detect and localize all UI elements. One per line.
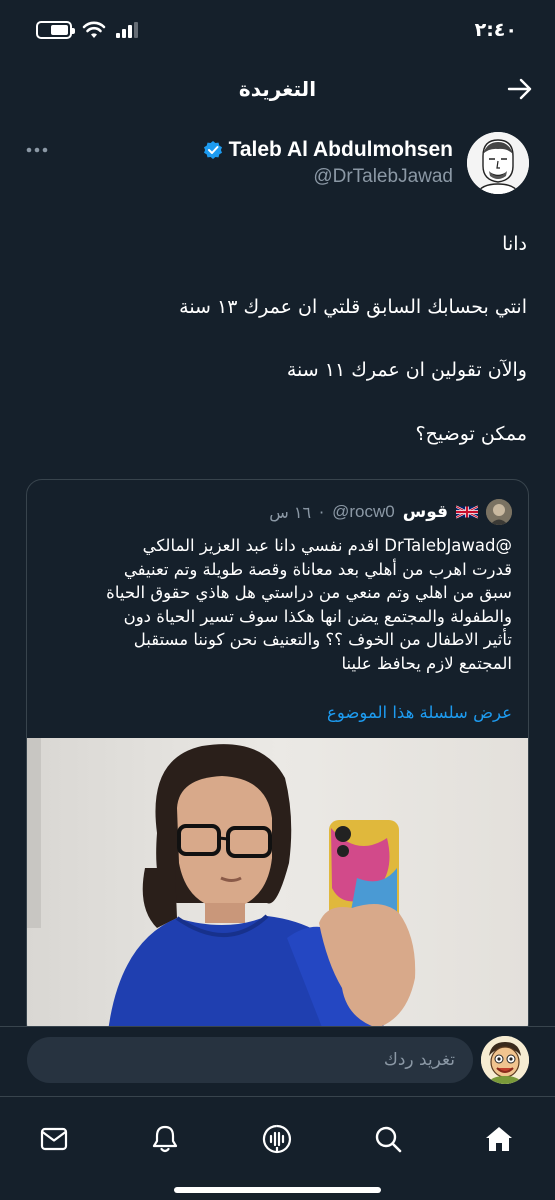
quoted-tweet-avatar (486, 499, 512, 525)
tweet-line: انتي بحسابك السابق قلتي ان عمرك ١٣ سنة (179, 296, 527, 318)
tweet-line: دانا (502, 233, 527, 255)
home-icon (486, 1127, 512, 1151)
quoted-tweet-line: والطفولة والمجتمع يضن انها هكذا سوف تسير… (123, 606, 512, 626)
quoted-tweet-text: @DrTalebJawad اقدم نفسي دانا عبد العزيز … (42, 534, 512, 675)
quoted-tweet[interactable]: ١٦ س · @rocw0 قوس @DrTalebJawad اقدم نفس… (26, 479, 529, 1039)
tab-home[interactable] (471, 1111, 527, 1167)
bottom-tab-bar (0, 1096, 555, 1200)
back-arrow-icon[interactable] (507, 77, 533, 101)
verified-badge-icon (203, 141, 222, 159)
author-avatar[interactable] (467, 132, 529, 194)
quoted-tweet-mention[interactable]: @DrTalebJawad (384, 536, 512, 555)
tweet-author[interactable]: Taleb Al Abdulmohsen @DrTalebJawad (26, 132, 529, 198)
author-handle[interactable]: @DrTalebJawad (313, 166, 453, 188)
mail-icon (40, 1127, 68, 1151)
bell-icon (152, 1125, 178, 1153)
more-options-icon[interactable] (26, 146, 48, 154)
quoted-tweet-line: قدرت اهرب من أهلي بعد معاناة وقصة طويلة … (123, 559, 512, 579)
tab-spaces[interactable] (249, 1111, 305, 1167)
status-icons (36, 21, 140, 39)
quoted-tweet-time: ١٦ س (269, 502, 312, 522)
status-bar: ٢:٤٠ (0, 0, 555, 60)
tab-search[interactable] (360, 1111, 416, 1167)
quoted-tweet-line: اقدم نفسي دانا عبد العزيز المالكي (142, 536, 380, 555)
cellular-signal-icon (116, 22, 138, 38)
quoted-tweet-author: قوس (402, 502, 448, 522)
quoted-tweet-line: تأثير الاطفال من الخوف ؟؟ والتعنيف نحن ك… (133, 630, 512, 649)
quoted-tweet-line: المجتمع لازم يحافظ علينا (341, 653, 512, 673)
wifi-icon (82, 21, 106, 38)
quoted-tweet-media[interactable] (27, 738, 528, 1038)
user-avatar[interactable] (481, 1036, 529, 1084)
tweet-header: التغريدة (0, 60, 555, 118)
page-title: التغريدة (238, 77, 317, 101)
quoted-tweet-header: ١٦ س · @rocw0 قوس (269, 497, 512, 527)
show-thread-link[interactable]: عرض سلسلة هذا الموضوع (327, 703, 512, 722)
reply-placeholder: تغريد ردك (383, 1050, 455, 1070)
battery-icon (36, 21, 75, 39)
quoted-tweet-line: سبق من اهلي وتم منعي من دراستي هل هاذي ح… (106, 583, 512, 602)
author-display-name[interactable]: Taleb Al Abdulmohsen (229, 138, 453, 162)
author-names: Taleb Al Abdulmohsen @DrTalebJawad (203, 132, 453, 188)
reply-bar: تغريد ردك (0, 1026, 555, 1096)
spaces-icon (262, 1124, 292, 1154)
tweet-line: والآن تقولين ان عمرك ١١ سنة (286, 359, 527, 381)
tab-messages[interactable] (26, 1111, 82, 1167)
home-indicator (174, 1187, 381, 1193)
search-icon (375, 1126, 402, 1153)
uk-flag-icon (456, 505, 478, 519)
status-time: ٢:٤٠ (474, 19, 517, 41)
tab-notifications[interactable] (137, 1111, 193, 1167)
reply-input[interactable]: تغريد ردك (27, 1037, 473, 1083)
tweet-line: ممكن توضيح؟ (415, 423, 527, 445)
quoted-tweet-handle: @rocw0 (332, 502, 395, 521)
